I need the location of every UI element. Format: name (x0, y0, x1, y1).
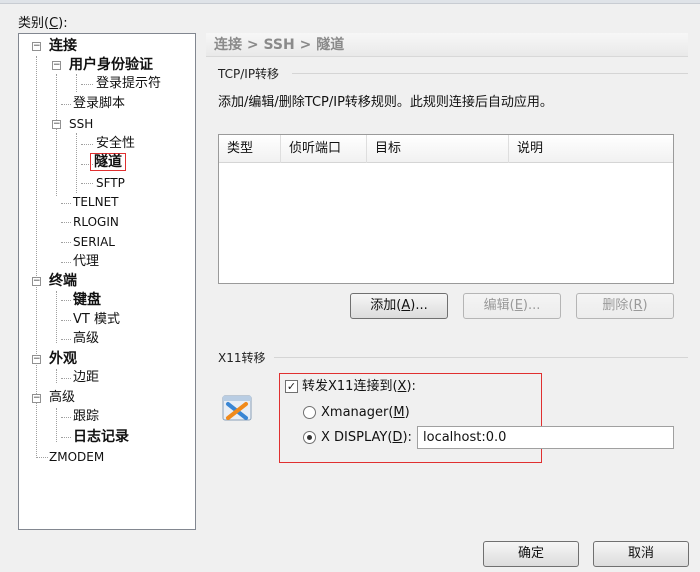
expander-advanced[interactable]: − (32, 394, 41, 403)
tree-hline (61, 378, 71, 379)
tree-hline (61, 320, 71, 321)
tree-item-keyboard[interactable]: 键盘 (73, 291, 101, 309)
expander-user-auth[interactable]: − (52, 61, 61, 70)
tree-item-appearance[interactable]: 外观 (49, 350, 77, 368)
tree-item-proxy[interactable]: 代理 (73, 253, 99, 271)
tree-item-rlogin[interactable]: RLOGIN (73, 213, 119, 231)
tree-item-trace[interactable]: 跟踪 (73, 408, 99, 426)
tree-item-security[interactable]: 安全性 (96, 135, 135, 153)
tree-item-serial[interactable]: SERIAL (73, 233, 115, 251)
category-label: 类别(C): (18, 16, 68, 31)
tree-hline (61, 417, 71, 418)
edit-button[interactable]: 编辑(E)... (463, 293, 561, 319)
expander-ssh[interactable]: − (52, 120, 61, 129)
delete-button[interactable]: 删除(R) (576, 293, 674, 319)
tree-hline (61, 437, 71, 438)
xdisplay-radio-label[interactable]: X DISPLAY(D): (321, 430, 412, 446)
tree-hline (61, 300, 71, 301)
tree-item-login-prompts[interactable]: 登录提示符 (96, 75, 161, 93)
tree-hline (81, 144, 93, 145)
tree-hline (61, 104, 71, 105)
tree-item-terminal[interactable]: 终端 (49, 272, 77, 290)
expander-connection[interactable]: − (32, 42, 41, 51)
expander-appearance[interactable]: − (32, 355, 41, 364)
tree-item-advanced[interactable]: 高级 (49, 389, 75, 407)
tcpip-group-title: TCP/IP转移 (218, 67, 280, 81)
tree-line-terminal (56, 291, 57, 343)
tree-item-zmodem[interactable]: ZMODEM (49, 448, 104, 466)
tree-hline (61, 339, 71, 340)
tree-hline (61, 222, 71, 223)
tree-line-auth (76, 74, 77, 92)
x11-group-title: X11转移 (218, 351, 266, 365)
tree-line-ssh (76, 133, 77, 193)
tree-item-connection[interactable]: 连接 (49, 37, 77, 55)
window-top-edge (0, 0, 700, 4)
column-type[interactable]: 类型 (219, 135, 281, 163)
ok-button[interactable]: 确定 (483, 541, 579, 567)
tree-hline (61, 242, 71, 243)
tcpip-group-line (292, 73, 688, 74)
forward-x11-label[interactable]: 转发X11连接到(X): (302, 379, 416, 395)
xmanager-icon (222, 395, 252, 421)
tree-item-logging[interactable]: 日志记录 (73, 428, 129, 446)
tree-item-terminal-advanced[interactable]: 高级 (73, 330, 99, 348)
tree-hline (81, 183, 93, 184)
tree-item-vt-mode[interactable]: VT 模式 (73, 311, 120, 329)
tree-item-telnet[interactable]: TELNET (73, 193, 119, 211)
x11-group-line (274, 357, 688, 358)
tree-hline (61, 262, 71, 263)
column-target[interactable]: 目标 (367, 135, 509, 163)
tree-item-ssh[interactable]: SSH (69, 115, 93, 133)
column-listen-port[interactable]: 侦听端口 (281, 135, 367, 163)
xdisplay-input[interactable]: localhost:0.0 (417, 426, 674, 449)
column-description[interactable]: 说明 (509, 135, 673, 163)
xmanager-radio[interactable] (303, 406, 316, 419)
tree-item-sftp[interactable]: SFTP (96, 174, 125, 192)
tree-hline (36, 457, 48, 458)
expander-terminal[interactable]: − (32, 277, 41, 286)
breadcrumb: 连接 > SSH > 隧道 (206, 33, 688, 57)
add-button[interactable]: 添加(A)... (350, 293, 448, 319)
xdisplay-radio[interactable] (303, 431, 316, 444)
forward-x11-checkbox[interactable]: ✓ (285, 380, 298, 393)
tree-line-appearance (56, 369, 57, 383)
category-tree[interactable]: − − − − − − 连接 用户身份验证 登录提示符 登录脚本 SSH 安全性… (18, 33, 196, 530)
forwarding-rules-list[interactable]: 类型 侦听端口 目标 说明 (218, 134, 674, 284)
tcpip-description: 添加/编辑/删除TCP/IP转移规则。此规则连接后自动应用。 (218, 95, 553, 110)
cancel-button[interactable]: 取消 (593, 541, 689, 567)
tree-item-tunnel[interactable]: 隧道 (90, 153, 126, 171)
tree-item-user-auth[interactable]: 用户身份验证 (69, 56, 153, 74)
xmanager-radio-label[interactable]: Xmanager(M) (321, 405, 410, 421)
tree-line-advanced (56, 408, 57, 442)
tree-item-margins[interactable]: 边距 (73, 369, 99, 387)
tree-hline (81, 84, 93, 85)
tree-item-login-scripts[interactable]: 登录脚本 (73, 95, 125, 113)
tree-hline (61, 203, 71, 204)
list-header: 类型 侦听端口 目标 说明 (219, 135, 673, 163)
tree-line-connection (56, 74, 57, 196)
